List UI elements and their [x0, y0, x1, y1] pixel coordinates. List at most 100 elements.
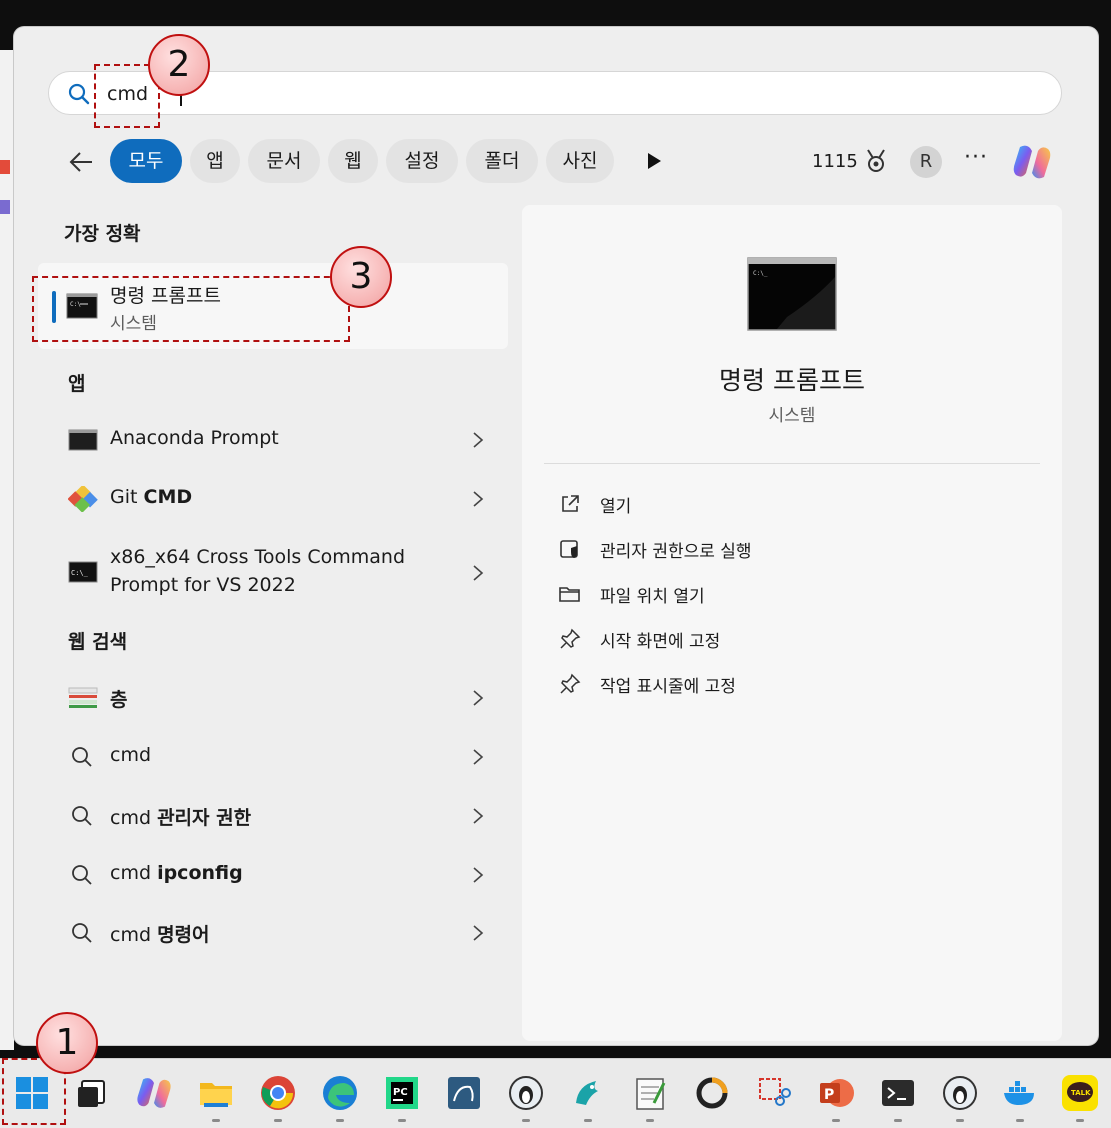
chevron-right-icon[interactable]: [472, 489, 484, 509]
web-item-cmd-admin[interactable]: cmd 관리자 권한: [52, 791, 492, 841]
chevron-right-icon[interactable]: [472, 923, 484, 943]
git-cmd-icon: [68, 486, 98, 512]
running-indicator: [894, 1119, 902, 1122]
action-open-file-location[interactable]: 파일 위치 열기: [558, 579, 978, 609]
apps-heading: 앱: [68, 373, 86, 395]
web-search-heading: 웹 검색: [68, 631, 128, 653]
running-indicator: [646, 1119, 654, 1122]
medal-icon[interactable]: [864, 148, 888, 174]
chevron-right-icon[interactable]: [472, 865, 484, 885]
svg-text:P: P: [824, 1087, 834, 1103]
filter-web[interactable]: 웹: [328, 139, 378, 183]
taskbar-file-explorer[interactable]: [196, 1073, 236, 1122]
mysql-workbench-icon: [448, 1077, 480, 1109]
search-icon: [72, 806, 92, 826]
pycharm-icon: PC: [386, 1077, 418, 1109]
pin-icon: [560, 673, 581, 694]
folder-icon: [200, 1083, 232, 1107]
task-view-button[interactable]: [72, 1073, 112, 1113]
search-icon: [72, 923, 92, 943]
filter-all[interactable]: 모두: [110, 139, 182, 183]
taskbar-terminal[interactable]: [878, 1073, 918, 1122]
web-item-label-plain: cmd: [110, 924, 158, 946]
app-item-git-cmd[interactable]: Git CMD: [52, 474, 492, 524]
notepad-icon: [636, 1078, 666, 1110]
best-match-heading: 가장 정확: [64, 223, 141, 245]
annotation-step-2: 2: [148, 34, 210, 96]
running-indicator: [832, 1119, 840, 1122]
chevron-right-icon[interactable]: [472, 563, 484, 583]
web-item-cmd-commands[interactable]: cmd 명령어: [52, 908, 492, 958]
app-item-label-line2: Prompt for VS 2022: [110, 574, 296, 596]
action-pin-to-start[interactable]: 시작 화면에 고정: [558, 624, 978, 654]
terminal-icon: [882, 1080, 914, 1106]
web-item-floor[interactable]: 층: [52, 673, 492, 723]
filter-photos[interactable]: 사진: [546, 139, 614, 183]
taskbar-powerpoint[interactable]: P: [816, 1073, 856, 1122]
web-item-label: cmd 관리자 권한: [110, 803, 251, 830]
filter-documents[interactable]: 문서: [248, 139, 320, 183]
background-icon: [0, 160, 10, 174]
play-icon[interactable]: [644, 151, 664, 171]
web-item-cmd[interactable]: cmd: [52, 732, 492, 782]
action-run-as-admin[interactable]: 관리자 권한으로 실행: [558, 534, 978, 564]
app-item-label: Git CMD: [110, 486, 192, 508]
app-item-label: x86_x64 Cross Tools Command Prompt for VS…: [110, 543, 405, 599]
taskbar-app-penguin[interactable]: [506, 1073, 546, 1122]
taskbar-app-swirl[interactable]: [692, 1073, 732, 1113]
taskbar-kakaotalk[interactable]: TALK: [1060, 1073, 1100, 1122]
taskbar-app-bird[interactable]: [568, 1073, 608, 1122]
chevron-right-icon[interactable]: [472, 806, 484, 826]
web-item-label-bold: 층: [110, 689, 128, 711]
penguin-app-icon: [509, 1076, 543, 1110]
filter-bar: 모두 앱 문서 웹 설정 폴더 사진 1115 R ···: [14, 139, 1098, 185]
chevron-right-icon[interactable]: [472, 747, 484, 767]
taskbar-edge[interactable]: [320, 1073, 360, 1122]
running-indicator: [398, 1119, 406, 1122]
taskbar-app-penguin-2[interactable]: [940, 1073, 980, 1122]
filter-folders[interactable]: 폴더: [466, 139, 538, 183]
web-item-label: cmd ipconfig: [110, 862, 243, 884]
web-item-label-plain: cmd: [110, 744, 152, 766]
web-item-label: cmd 명령어: [110, 920, 210, 947]
copilot-icon: [137, 1078, 171, 1108]
avatar[interactable]: R: [910, 146, 942, 178]
taskbar-docker[interactable]: [1000, 1073, 1040, 1122]
web-item-cmd-ipconfig[interactable]: cmd ipconfig: [52, 850, 492, 900]
app-item-anaconda-prompt[interactable]: Anaconda Prompt: [52, 415, 492, 465]
task-view-icon: [78, 1080, 105, 1107]
web-item-label: 층: [110, 685, 127, 712]
docker-icon: [1004, 1081, 1034, 1105]
filter-apps[interactable]: 앱: [190, 139, 240, 183]
action-label: 시작 화면에 고정: [600, 632, 721, 652]
taskbar-pycharm[interactable]: PC: [382, 1073, 422, 1122]
running-indicator: [212, 1119, 220, 1122]
action-pin-to-taskbar[interactable]: 작업 표시줄에 고정: [558, 669, 978, 699]
chevron-right-icon[interactable]: [472, 430, 484, 450]
copilot-icon[interactable]: [1010, 141, 1054, 183]
app-item-label-line1: x86_x64 Cross Tools Command: [110, 546, 406, 568]
taskbar-mysql-workbench[interactable]: [444, 1073, 484, 1113]
more-options-button[interactable]: ···: [964, 145, 988, 170]
web-item-label-bold: 명령어: [157, 924, 210, 946]
detail-title: 명령 프롬프트: [719, 366, 865, 395]
annotation-step-1: 1: [36, 1012, 98, 1074]
taskbar-copilot[interactable]: [134, 1073, 174, 1113]
chevron-right-icon[interactable]: [472, 688, 484, 708]
svg-text:C:\_: C:\_: [71, 569, 89, 577]
app-item-x86-x64-cross-tools[interactable]: C:\_ x86_x64 Cross Tools Command Prompt f…: [52, 543, 492, 603]
edge-icon: [323, 1076, 357, 1110]
running-indicator: [522, 1119, 530, 1122]
divider: [544, 463, 1040, 464]
taskbar-snipping-tool[interactable]: [754, 1073, 794, 1113]
command-prompt-icon: C:\_: [747, 257, 837, 331]
filter-settings[interactable]: 설정: [386, 139, 458, 183]
action-open[interactable]: 열기: [558, 489, 978, 519]
taskbar-chrome[interactable]: [258, 1073, 298, 1122]
background-icon: [0, 200, 10, 214]
back-arrow-icon[interactable]: [66, 147, 96, 177]
taskbar-notepad[interactable]: [630, 1073, 670, 1122]
pin-icon: [560, 628, 581, 649]
background-window: [0, 50, 14, 1050]
action-label: 작업 표시줄에 고정: [600, 677, 736, 697]
